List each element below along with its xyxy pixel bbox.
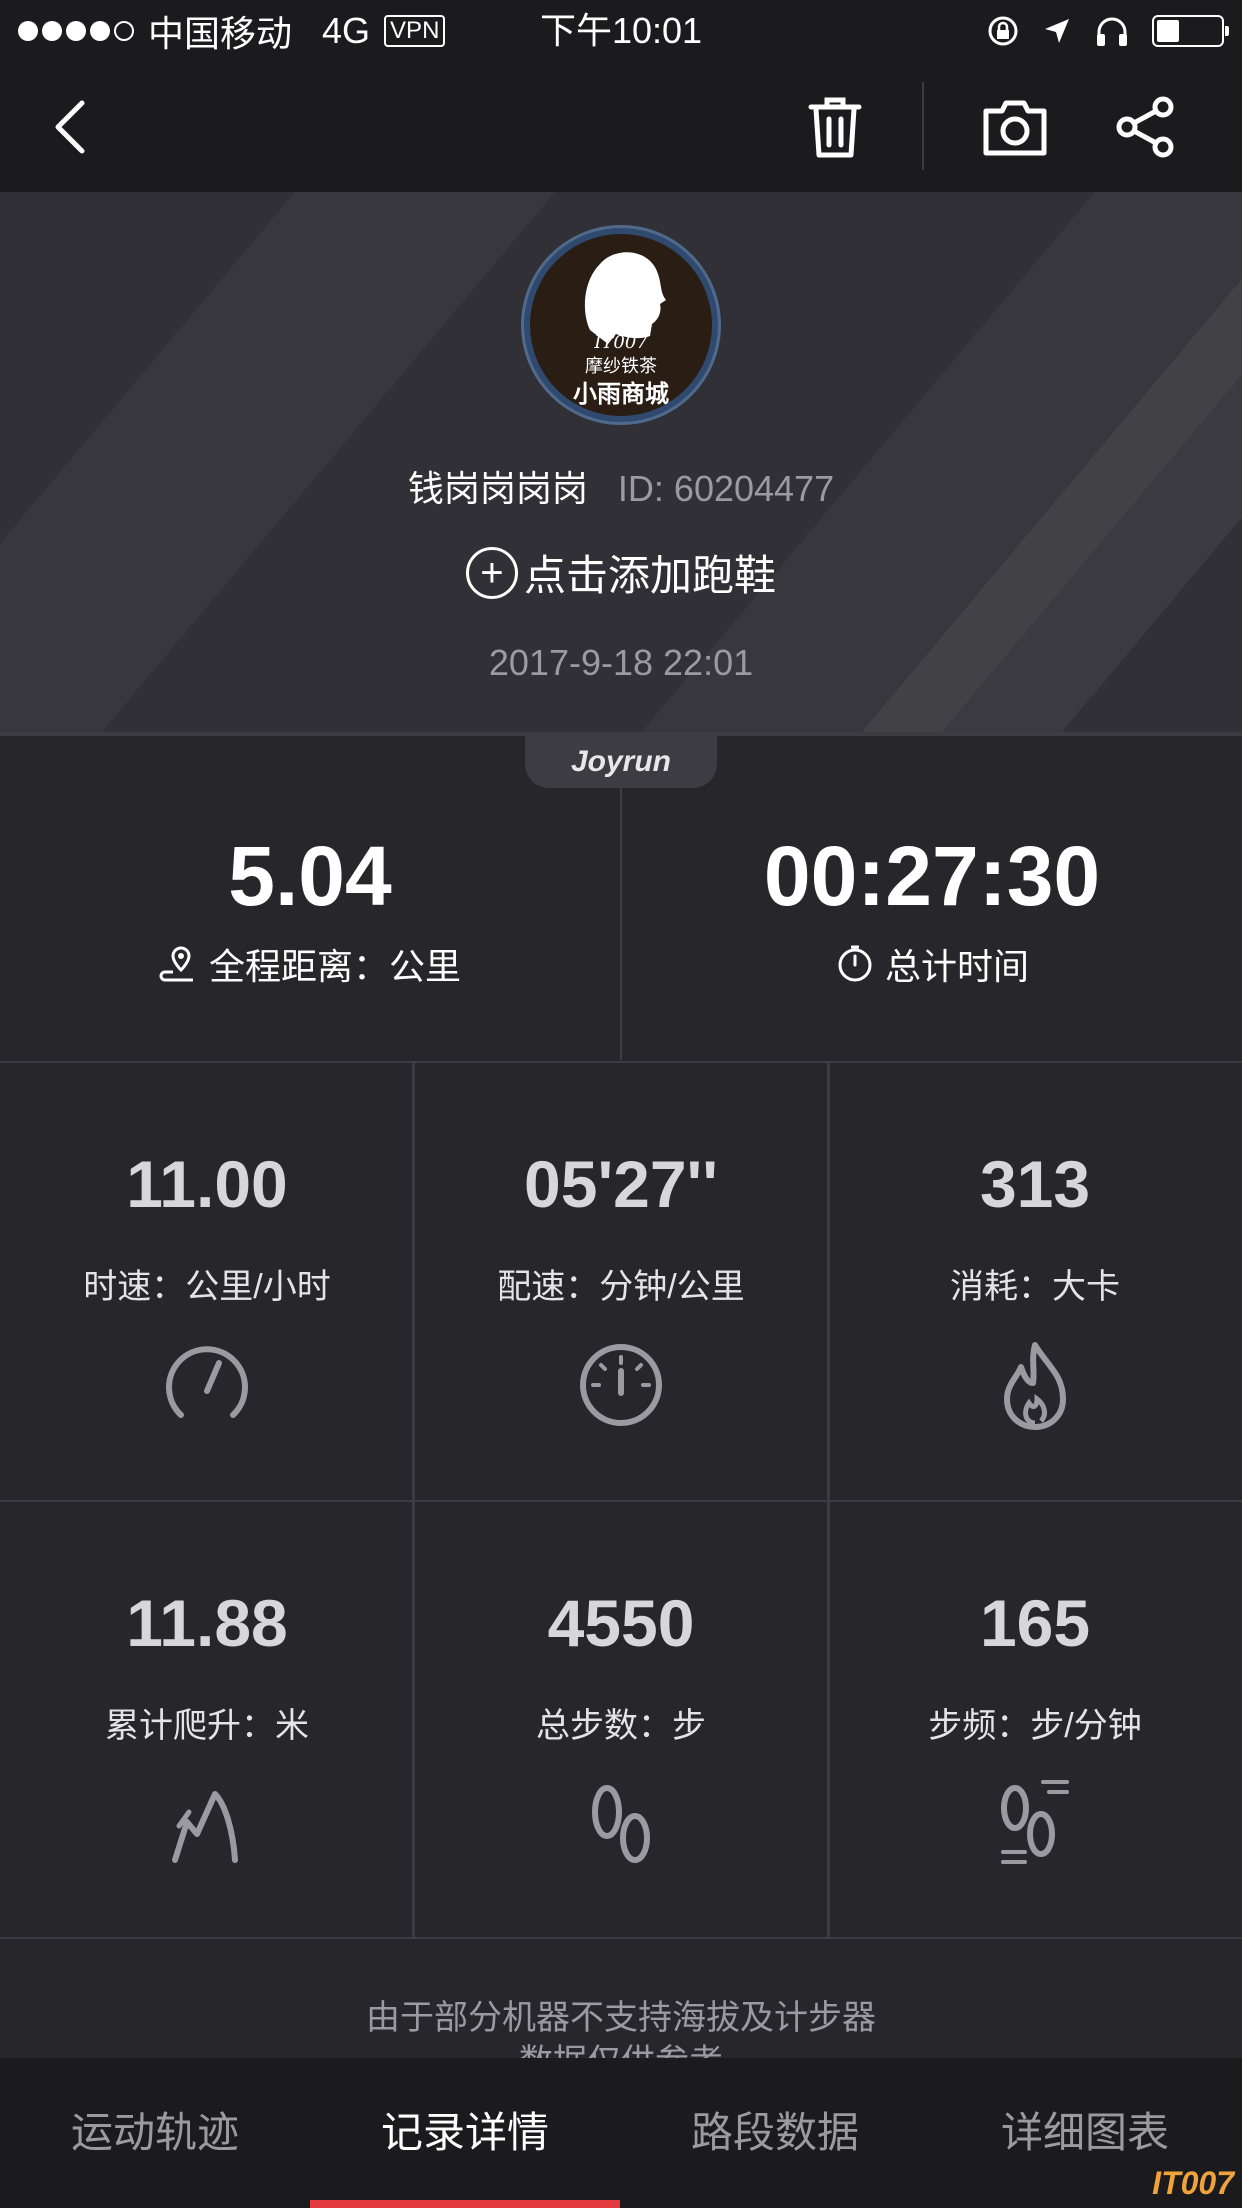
calories-cell: 313 消耗：大卡 (828, 1063, 1242, 1499)
record-date: 2017-9-18 22:01 (488, 642, 754, 683)
climb-cell: 11.88 累计爬升：米 (0, 1502, 414, 1938)
trash-icon (808, 97, 862, 158)
user-id: ID: 60204477 (617, 468, 835, 509)
camera-button[interactable] (970, 62, 1060, 192)
avatar-text-line: IT007 (594, 332, 648, 353)
duration-stat: 00:27:30 (622, 736, 1242, 1062)
calories-value: 313 (979, 1147, 1091, 1221)
steps-cell: 4550 总步数：步 (414, 1502, 828, 1938)
calories-label: 消耗：大卡 (950, 1268, 1120, 1306)
watermark-logo: IT007 (1152, 2165, 1234, 2201)
active-tab-indicator (310, 2200, 620, 2208)
stopwatch-icon (838, 945, 872, 982)
location-icon (1045, 19, 1069, 43)
rotation-lock-icon (988, 16, 1018, 46)
speed-cell: 11.00 时速：公里/小时 (0, 1063, 414, 1499)
profile-header: IT007 摩纱铁茶 小雨商城 钱岗岗岗岗 ID: 60204477 + 点击添… (0, 192, 1242, 732)
tab-record-details[interactable]: 记录详情 (310, 2058, 620, 2208)
nav-bar (0, 62, 1242, 192)
add-shoe-label: 点击添加跑鞋 (523, 552, 776, 599)
disclaimer-line: 由于部分机器不支持海拔及计步器 (366, 1999, 876, 2037)
speed-value: 11.00 (126, 1147, 288, 1221)
pace-value: 05'27'' (524, 1147, 718, 1221)
bottom-tab-bar: 运动轨迹 记录详情 路段数据 详细图表 IT007 (0, 2058, 1242, 2208)
avatar-text-line: 小雨商城 (573, 379, 669, 408)
route-pin-icon (159, 946, 193, 982)
flame-icon (1004, 1342, 1066, 1430)
plus-circle-icon: + (465, 546, 518, 599)
climb-label: 累计爬升：米 (105, 1707, 309, 1745)
share-button[interactable] (1100, 62, 1190, 192)
distance-label: 全程距离：公里 (208, 946, 461, 987)
tab-segment-data[interactable]: 路段数据 (620, 2058, 930, 2208)
steps-value: 4550 (547, 1586, 695, 1660)
add-shoe-button[interactable]: + 点击添加跑鞋 (0, 542, 1242, 603)
speed-label: 时速：公里/小时 (83, 1268, 331, 1306)
chevron-left-icon (55, 100, 85, 154)
duration-label: 总计时间 (884, 946, 1029, 987)
climb-value: 11.88 (126, 1586, 288, 1660)
avatar[interactable]: IT007 摩纱铁茶 小雨商城 (524, 228, 718, 422)
cadence-cell: 165 步频：步/分钟 (828, 1502, 1242, 1938)
distance-label-row: 全程距离：公里 (0, 938, 620, 990)
camera-icon (983, 100, 1047, 156)
duration-value: 00:27:30 (763, 829, 1101, 923)
speedometer-icon (166, 1346, 248, 1418)
headphones-icon (1097, 17, 1127, 46)
distance-value: 5.04 (228, 829, 392, 923)
username: 钱岗岗岗岗 (407, 468, 588, 509)
user-info: 钱岗岗岗岗 ID: 60204477 (0, 460, 1242, 512)
cadence-icon (1001, 1780, 1069, 1864)
tab-track[interactable]: 运动轨迹 (0, 2058, 310, 2208)
duration-label-row: 总计时间 (622, 938, 1242, 990)
steps-label: 总步数：步 (536, 1707, 706, 1745)
status-right (986, 0, 1229, 62)
pace-label: 配速：分钟/公里 (497, 1268, 745, 1306)
distance-stat: 5.04 (0, 736, 620, 1062)
battery-icon (1152, 15, 1229, 47)
gauge-icon (580, 1344, 662, 1426)
share-icon (1116, 96, 1174, 158)
status-bar: 中国移动 4G VPN 下午10:01 (0, 0, 1242, 62)
divider (0, 1937, 1242, 1939)
cadence-label: 步频：步/分钟 (928, 1707, 1142, 1745)
climb-icon (172, 1791, 238, 1863)
nav-divider (922, 82, 924, 170)
back-button[interactable] (30, 62, 110, 192)
delete-button[interactable] (790, 62, 880, 192)
cadence-value: 165 (979, 1586, 1091, 1660)
pace-cell: 05'27'' 配速：分钟/公里 (414, 1063, 828, 1499)
footprints-icon (592, 1785, 650, 1863)
